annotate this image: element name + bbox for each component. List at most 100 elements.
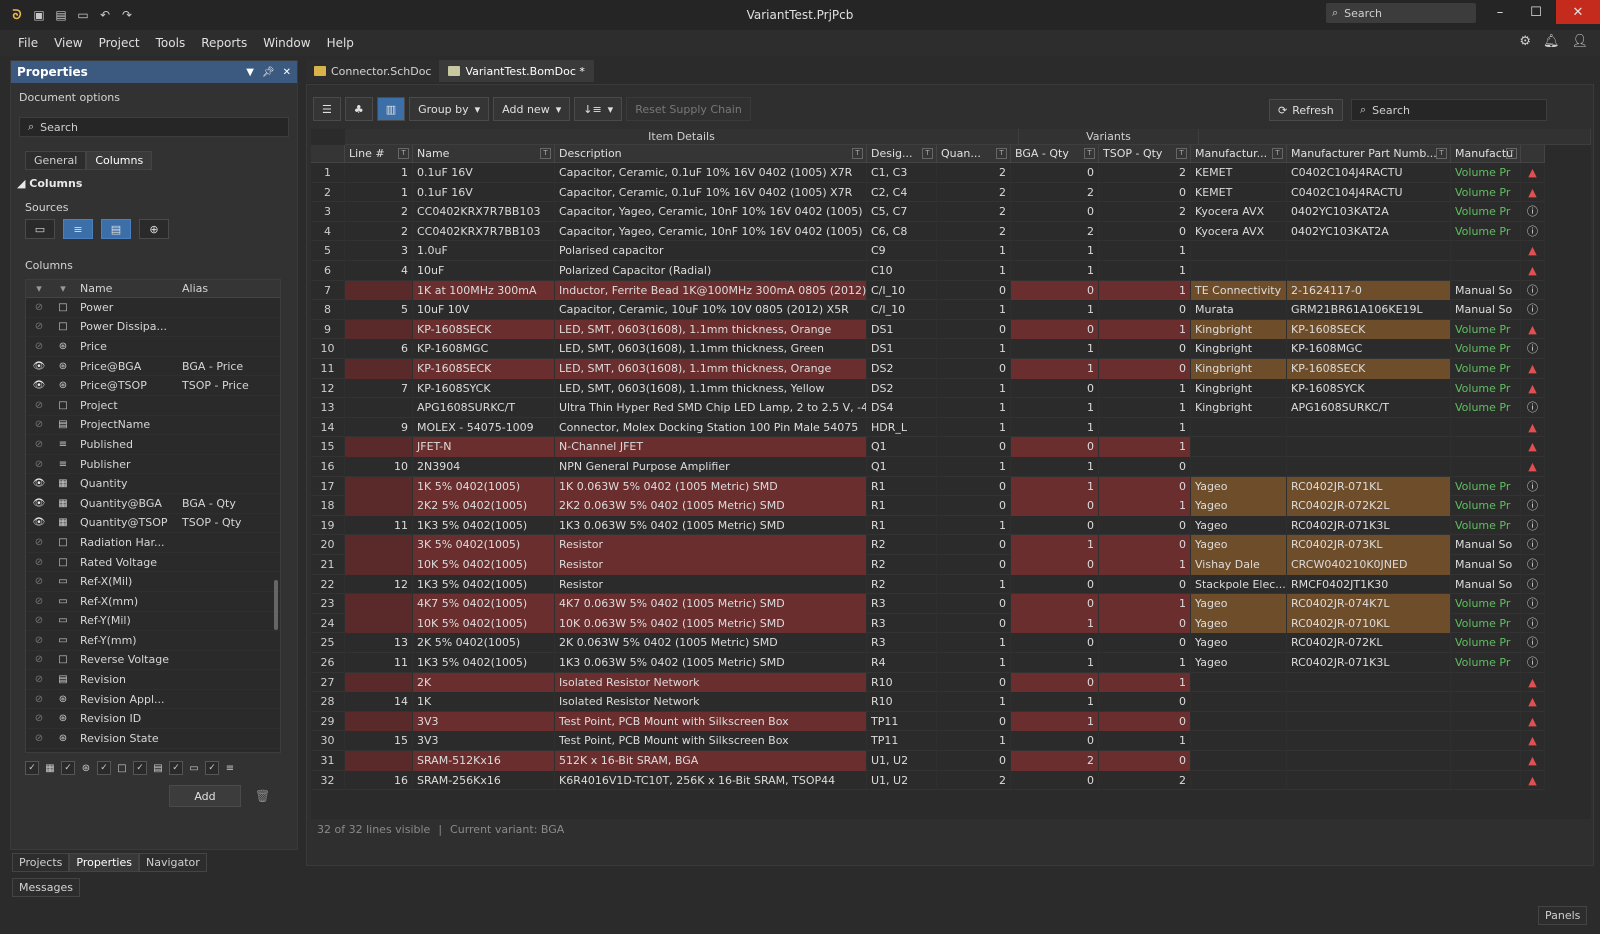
table-row[interactable]: 4 2 CC0402KRX7R7BB103 Capacitor, Yageo, Cer… (311, 221, 1545, 242)
filter-check[interactable]: ✓ (25, 761, 39, 775)
column-list-item[interactable]: ⊘ ▤ Revision (26, 670, 280, 690)
table-row[interactable]: 18 2K2 5% 0402(1005) 2K2 0.063W 5% 0402 (1… (311, 496, 1545, 516)
table-row[interactable]: 21 10K 5% 0402(1005) Resistor R2 0 0 1 Vishay D… (311, 555, 1545, 575)
table-row[interactable]: 22 12 1K3 5% 0402(1005) Resistor R2 1 0 0 Stackp… (311, 574, 1545, 595)
eye-hidden-icon[interactable]: ⊘ (26, 557, 52, 568)
eye-icon[interactable]: 👁︎ (26, 498, 52, 509)
column-list-item[interactable]: ⊘ □ Project (26, 396, 280, 416)
sort-button[interactable]: ↓≡ ▾ (574, 97, 623, 121)
refresh-button[interactable]: ⟳ Refresh (1269, 99, 1343, 121)
line-number-header[interactable]: Line # T (345, 145, 413, 163)
column-list-item[interactable]: ⊘ ▭ Ref-Y(mm) (26, 631, 280, 651)
minimize-button[interactable]: – (1482, 0, 1518, 24)
filter-icon[interactable]: T (996, 148, 1007, 159)
eye-icon[interactable]: 👁︎ (26, 517, 52, 528)
panel-close-icon[interactable]: ✕ (283, 67, 291, 78)
source-database-button[interactable]: ≡ (63, 219, 93, 239)
column-list-item[interactable]: 👁︎ ▦ Quantity (26, 474, 280, 494)
tab-navigator[interactable]: Navigator (138, 853, 207, 872)
filter-icon[interactable]: T (1506, 148, 1517, 159)
row-index-header[interactable] (311, 145, 345, 163)
eye-hidden-icon[interactable]: ⊘ (26, 576, 52, 587)
status-header[interactable] (1521, 145, 1545, 163)
maximize-button[interactable]: ☐ (1518, 0, 1554, 24)
tab-general[interactable]: General (25, 151, 87, 170)
table-row[interactable]: 23 4K7 5% 0402(1005) 4K7 0.063W 5% 0402 (1… (311, 594, 1545, 614)
tsop-qty-header[interactable]: TSOP - Qty T (1099, 145, 1191, 163)
eye-hidden-icon[interactable]: ⊘ (26, 302, 52, 313)
eye-icon[interactable]: 👁︎ (26, 361, 52, 372)
table-row[interactable]: 13 APG1608SURKC/T Ultra Thin Hyper Red SMD… (311, 398, 1545, 418)
eye-hidden-icon[interactable]: ⊘ (26, 694, 52, 705)
eye-hidden-icon[interactable]: ⊘ (26, 439, 52, 450)
columns-scrollbar[interactable] (274, 580, 278, 630)
tree-view-button[interactable]: ♣ (344, 97, 373, 121)
menu-project[interactable]: Project (91, 36, 148, 50)
source-component-button[interactable]: ▭ (25, 219, 55, 239)
quantity-header[interactable]: Quan... T (937, 145, 1011, 163)
tab-columns[interactable]: Columns (86, 151, 153, 170)
menu-reports[interactable]: Reports (193, 36, 255, 50)
panel-menu-icon[interactable]: ▼ (246, 67, 254, 78)
source-filter-icon[interactable]: ▾ (52, 282, 74, 295)
table-row[interactable]: 5 3 1.0uF Polarised capacitor C9 1 1 1 ▲ (311, 241, 1545, 261)
table-row[interactable]: 9 KP-1608SECK LED, SMT, 0603(1608), 1.1mm … (311, 319, 1545, 340)
filter-icon[interactable]: T (1176, 148, 1187, 159)
close-button[interactable]: ✕ (1556, 0, 1600, 24)
bga-qty-header[interactable]: BGA - Qty T (1011, 145, 1099, 163)
eye-hidden-icon[interactable]: ⊘ (26, 341, 52, 352)
table-row[interactable]: 3 2 CC0402KRX7R7BB103 Capacitor, Yageo, Cer… (311, 202, 1545, 222)
chart-view-button[interactable]: ▥ (376, 97, 406, 121)
list-view-button[interactable]: ☰ (313, 97, 341, 121)
designator-header[interactable]: Desig... T (867, 145, 937, 163)
column-list-item[interactable]: ⊘ □ Radiation Har... (26, 533, 280, 553)
table-row[interactable]: 19 11 1K3 5% 0402(1005) 1K3 0.063W 5% 0402 … (311, 515, 1545, 536)
filter-icon[interactable]: T (922, 148, 933, 159)
table-row[interactable]: 31 SRAM-512Kx16 512K x 16-Bit SRAM, BGA U1,… (311, 751, 1545, 771)
gear-icon[interactable]: ⚙ (1519, 34, 1531, 49)
group-by-button[interactable]: Group by ▾ (409, 97, 490, 121)
eye-hidden-icon[interactable]: ⊘ (26, 654, 52, 665)
table-row[interactable]: 32 16 SRAM-256Kx16 K6R4016V1D-TC10T, 256K x… (311, 770, 1545, 791)
eye-hidden-icon[interactable]: ⊘ (26, 537, 52, 548)
alias-column-header[interactable]: Alias (174, 282, 208, 295)
column-list-item[interactable]: ⊘ ⊛ Revision ID (26, 709, 280, 730)
table-row[interactable]: 2 1 0.1uF 16V Capacitor, Ceramic, 0.1uF 10%… (311, 182, 1545, 203)
table-row[interactable]: 8 5 10uF 10V Capacitor, Ceramic, 10uF 10% 1… (311, 300, 1545, 320)
column-list-item[interactable]: ⊘ □ Power Dissipa... (26, 318, 280, 338)
title-search-input[interactable]: ⌕ Search (1326, 3, 1476, 23)
user-icon[interactable]: 👤︎ (1571, 34, 1588, 49)
eye-hidden-icon[interactable]: ⊘ (26, 635, 52, 646)
column-list-item[interactable]: ⊘ ≡ Published (26, 435, 280, 455)
bell-icon[interactable]: 🔔︎ (1543, 34, 1560, 49)
source-supply-button[interactable]: ⊕ (139, 219, 169, 239)
reset-supply-chain-button[interactable]: Reset Supply Chain (626, 97, 751, 121)
column-list-item[interactable]: ⊘ ▭ Ref-X(mm) (26, 592, 280, 612)
filter-check[interactable]: ✓ (133, 761, 147, 775)
eye-hidden-icon[interactable]: ⊘ (26, 596, 52, 607)
add-column-button[interactable]: Add (169, 785, 241, 807)
filter-check[interactable]: ✓ (169, 761, 183, 775)
column-list-item[interactable]: 👁︎ ⊛ Price@TSOP TSOP - Price (26, 376, 280, 396)
supplier-header[interactable]: Manufactu T (1451, 145, 1521, 163)
eye-hidden-icon[interactable]: ⊘ (26, 713, 52, 724)
visibility-filter-icon[interactable]: ▾ (26, 282, 52, 295)
table-row[interactable]: 12 7 KP-1608SYCK LED, SMT, 0603(1608), 1.1m… (311, 378, 1545, 399)
name-column-header[interactable]: Name (74, 282, 174, 295)
table-row[interactable]: 16 10 2N3904 NPN General Purpose Amplifier Q… (311, 457, 1545, 477)
column-list-item[interactable]: ⊘ □ Power (26, 298, 280, 318)
eye-hidden-icon[interactable]: ⊘ (26, 674, 52, 685)
column-list-item[interactable]: 👁︎ ▦ Quantity@BGA BGA - Qty (26, 494, 280, 514)
menu-window[interactable]: Window (255, 36, 318, 50)
tab-messages[interactable]: Messages (12, 878, 80, 897)
menu-help[interactable]: Help (319, 36, 362, 50)
column-list-item[interactable]: ⊘ ≡ Publisher (26, 455, 280, 475)
table-row[interactable]: 7 1K at 100MHz 300mA Inductor, Ferrite Bea… (311, 280, 1545, 301)
doc-tab-connector[interactable]: Connector.SchDoc (306, 60, 441, 82)
table-row[interactable]: 28 14 1K Isolated Resistor Network R10 1 1 0 ▲ (311, 692, 1545, 712)
menu-file[interactable]: File (10, 36, 46, 50)
eye-icon[interactable]: 👁︎ (26, 478, 52, 489)
table-row[interactable]: 10 6 KP-1608MGC LED, SMT, 0603(1608), 1.1mm… (311, 339, 1545, 359)
filter-check[interactable]: ✓ (61, 761, 75, 775)
table-row[interactable]: 29 3V3 Test Point, PCB Mount with Silkscre… (311, 711, 1545, 732)
